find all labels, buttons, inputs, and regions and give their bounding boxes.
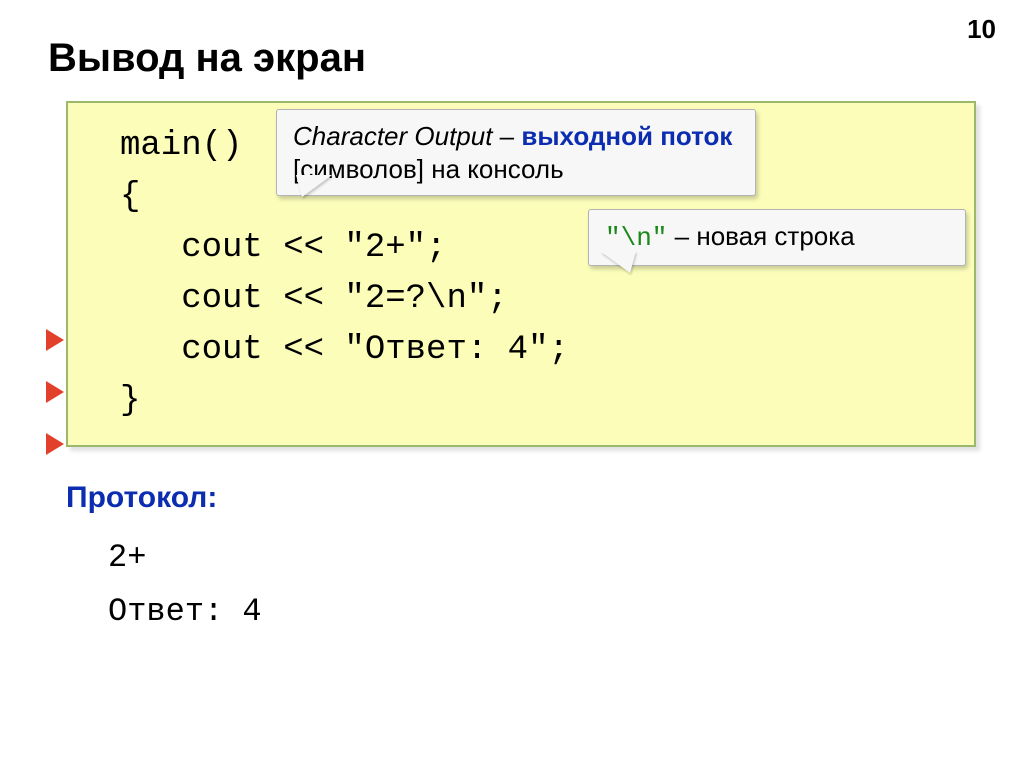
- play-marker-icon: [46, 433, 64, 455]
- play-marker-icon: [46, 329, 64, 351]
- code-line: }: [120, 376, 946, 427]
- protocol-output: 2+ Ответ: 4: [108, 531, 976, 640]
- callout-tail-icon: [296, 175, 332, 197]
- callout-text: –: [492, 121, 521, 151]
- protocol-label: Протокол:: [66, 481, 976, 515]
- play-marker-icon: [46, 381, 64, 403]
- code-area: main() { cout << "2+"; cout << "2=?\n"; …: [48, 101, 976, 447]
- callout-char-output: Character Output – выходной поток [симво…: [276, 109, 756, 196]
- callout-text: [символов] на консоль: [293, 154, 564, 184]
- output-line: 2+: [108, 531, 976, 585]
- output-line: Ответ: 4: [108, 585, 976, 639]
- callout-text: Character Output: [293, 121, 492, 151]
- page-number: 10: [967, 14, 996, 45]
- callout-tail-icon: [600, 251, 636, 273]
- slide-title: Вывод на экран: [48, 36, 976, 81]
- callout-text: выходной поток: [521, 121, 732, 151]
- callout-newline: "\n" – новая строка: [588, 209, 966, 266]
- callout-text: "\n": [605, 223, 667, 253]
- callout-text: – новая строка: [667, 221, 854, 251]
- code-line: cout << "2=?\n";: [120, 274, 946, 325]
- code-line: cout << "Ответ: 4";: [120, 325, 946, 376]
